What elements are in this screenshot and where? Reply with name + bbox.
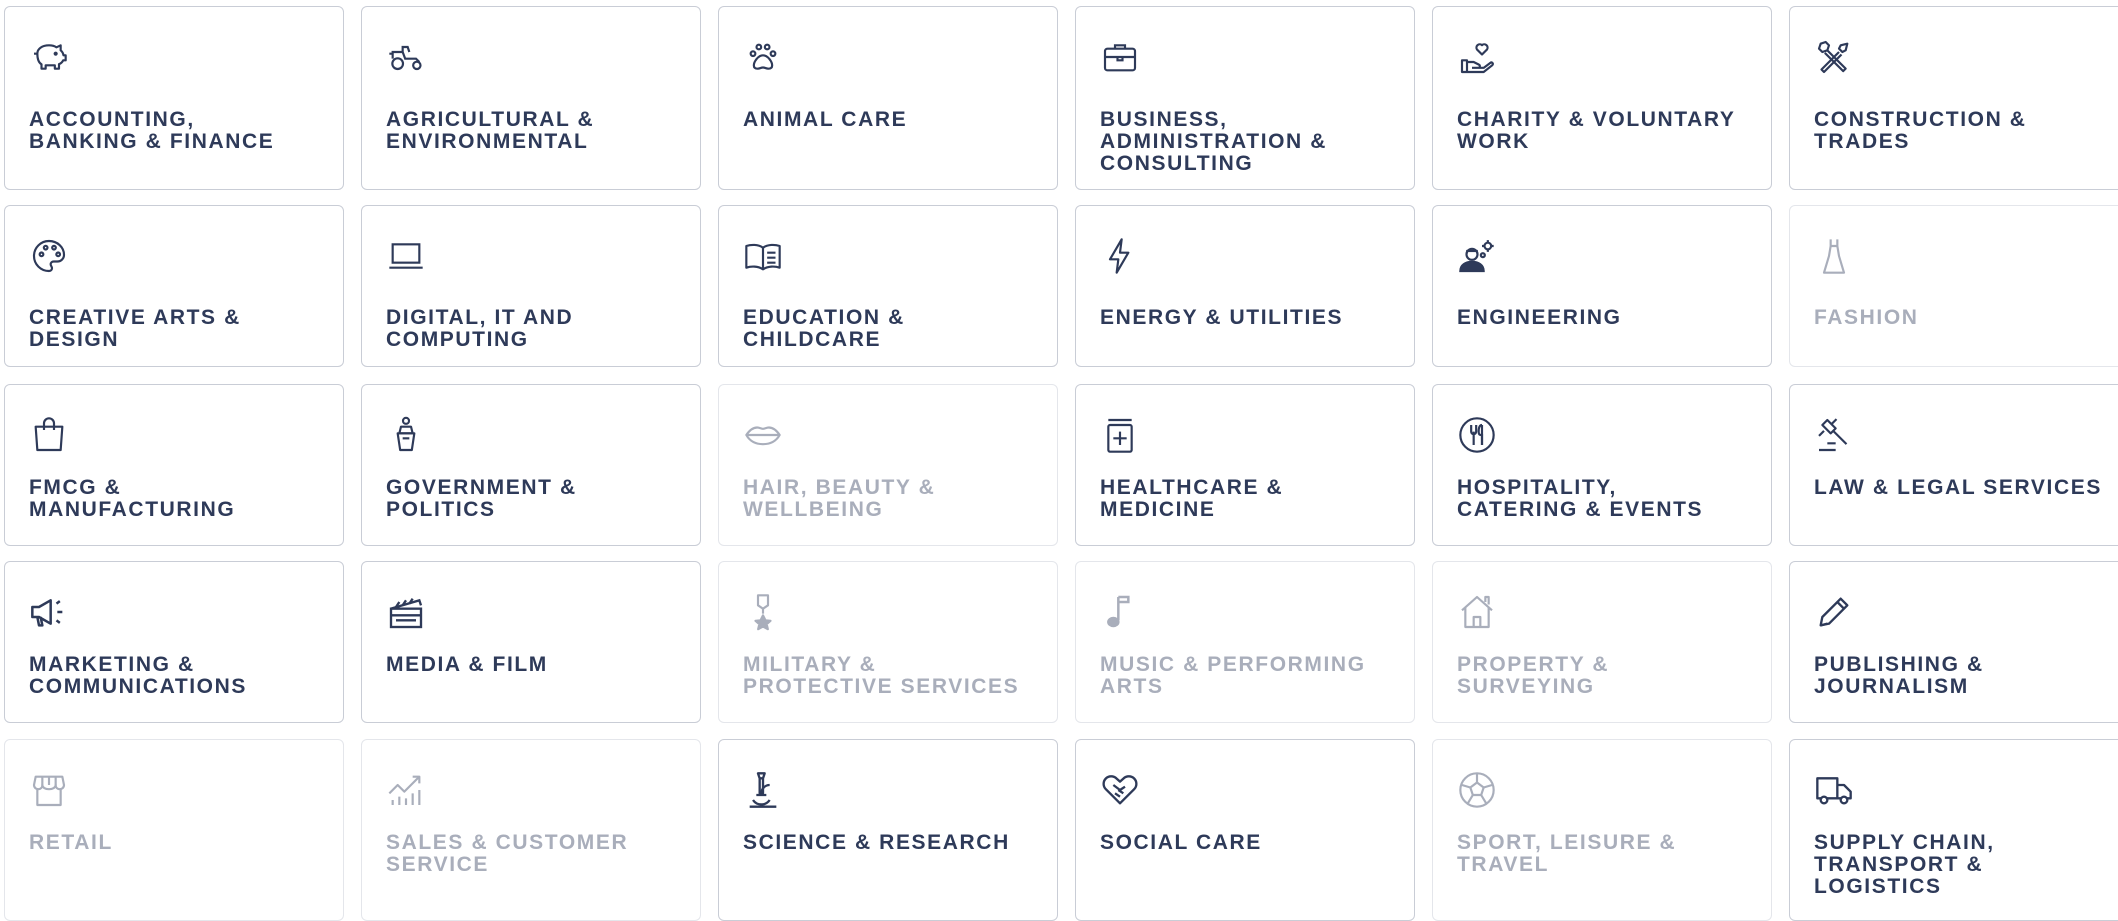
category-card[interactable]: MUSIC & PERFORMING ARTS bbox=[1075, 561, 1415, 723]
gavel-icon bbox=[1814, 415, 1854, 455]
category-card[interactable]: MARKETING & COMMUNICATIONS bbox=[4, 561, 344, 723]
lightning-icon bbox=[1100, 236, 1140, 276]
medicine-box-icon bbox=[1100, 415, 1140, 455]
category-grid: ACCOUNTING, BANKING & FINANCE AGRICULTURA… bbox=[0, 0, 2118, 921]
category-card[interactable]: SOCIAL CARE bbox=[1075, 739, 1415, 921]
category-card[interactable]: ACCOUNTING, BANKING & FINANCE bbox=[4, 6, 344, 190]
category-label: SPORT, LEISURE & TRAVEL bbox=[1457, 831, 1677, 876]
category-label: RETAIL bbox=[29, 831, 113, 854]
category-card[interactable]: LAW & LEGAL SERVICES bbox=[1789, 384, 2118, 546]
category-card[interactable]: ENERGY & UTILITIES bbox=[1075, 205, 1415, 367]
chart-growth-icon bbox=[386, 770, 426, 810]
category-card[interactable]: DIGITAL, IT AND COMPUTING bbox=[361, 205, 701, 367]
category-label: MARKETING & COMMUNICATIONS bbox=[29, 653, 247, 698]
paw-icon bbox=[743, 37, 783, 77]
category-label: FASHION bbox=[1814, 306, 1919, 329]
category-label: MUSIC & PERFORMING ARTS bbox=[1100, 653, 1366, 698]
category-card[interactable]: CONSTRUCTION & TRADES bbox=[1789, 6, 2118, 190]
category-label: SALES & CUSTOMER SERVICE bbox=[386, 831, 629, 876]
category-label: ENERGY & UTILITIES bbox=[1100, 306, 1344, 329]
open-book-icon bbox=[743, 236, 783, 276]
category-label: SCIENCE & RESEARCH bbox=[743, 831, 1010, 854]
cutlery-icon bbox=[1457, 415, 1497, 455]
storefront-icon bbox=[29, 770, 69, 810]
category-label: CONSTRUCTION & TRADES bbox=[1814, 108, 2027, 153]
medal-icon bbox=[743, 592, 783, 632]
category-card[interactable]: FMCG & MANUFACTURING bbox=[4, 384, 344, 546]
category-label: EDUCATION & CHILDCARE bbox=[743, 306, 905, 351]
laptop-icon bbox=[386, 236, 426, 276]
category-label: ENGINEERING bbox=[1457, 306, 1622, 329]
category-card[interactable]: PUBLISHING & JOURNALISM bbox=[1789, 561, 2118, 723]
engineer-gear-icon bbox=[1457, 236, 1497, 276]
category-label: GOVERNMENT & POLITICS bbox=[386, 476, 577, 521]
category-label: HAIR, BEAUTY & WELLBEING bbox=[743, 476, 936, 521]
music-note-icon bbox=[1100, 592, 1140, 632]
house-icon bbox=[1457, 592, 1497, 632]
category-card[interactable]: AGRICULTURAL & ENVIRONMENTAL bbox=[361, 6, 701, 190]
piggy-bank-icon bbox=[29, 37, 69, 77]
category-label: SUPPLY CHAIN, TRANSPORT & LOGISTICS bbox=[1814, 831, 1995, 898]
pencil-icon bbox=[1814, 592, 1854, 632]
category-label: MEDIA & FILM bbox=[386, 653, 548, 676]
category-card[interactable]: GOVERNMENT & POLITICS bbox=[361, 384, 701, 546]
category-card[interactable]: HOSPITALITY, CATERING & EVENTS bbox=[1432, 384, 1772, 546]
briefcase-icon bbox=[1100, 37, 1140, 77]
category-label: BUSINESS, ADMINISTRATION & CONSULTING bbox=[1100, 108, 1328, 175]
person-podium-icon bbox=[386, 415, 426, 455]
category-card[interactable]: SPORT, LEISURE & TRAVEL bbox=[1432, 739, 1772, 921]
category-label: HEALTHCARE & MEDICINE bbox=[1100, 476, 1284, 521]
category-card[interactable]: CREATIVE ARTS & DESIGN bbox=[4, 205, 344, 367]
palette-icon bbox=[29, 236, 69, 276]
category-card[interactable]: ANIMAL CARE bbox=[718, 6, 1058, 190]
dress-icon bbox=[1814, 236, 1854, 276]
category-label: MILITARY & PROTECTIVE SERVICES bbox=[743, 653, 1020, 698]
shopping-bag-icon bbox=[29, 415, 69, 455]
hand-heart-icon bbox=[1457, 37, 1497, 77]
category-card[interactable]: SCIENCE & RESEARCH bbox=[718, 739, 1058, 921]
megaphone-icon bbox=[29, 592, 69, 632]
category-label: FMCG & MANUFACTURING bbox=[29, 476, 236, 521]
category-label: ACCOUNTING, BANKING & FINANCE bbox=[29, 108, 275, 153]
handshake-heart-icon bbox=[1100, 770, 1140, 810]
category-card[interactable]: BUSINESS, ADMINISTRATION & CONSULTING bbox=[1075, 6, 1415, 190]
category-label: LAW & LEGAL SERVICES bbox=[1814, 476, 2102, 499]
football-icon bbox=[1457, 770, 1497, 810]
truck-icon bbox=[1814, 770, 1854, 810]
category-label: CREATIVE ARTS & DESIGN bbox=[29, 306, 241, 351]
category-label: PROPERTY & SURVEYING bbox=[1457, 653, 1610, 698]
tractor-icon bbox=[386, 37, 426, 77]
lips-icon bbox=[743, 415, 783, 455]
category-card[interactable]: RETAIL bbox=[4, 739, 344, 921]
category-card[interactable]: SALES & CUSTOMER SERVICE bbox=[361, 739, 701, 921]
category-label: SOCIAL CARE bbox=[1100, 831, 1262, 854]
category-label: CHARITY & VOLUNTARY WORK bbox=[1457, 108, 1736, 153]
category-card[interactable]: MEDIA & FILM bbox=[361, 561, 701, 723]
category-card[interactable]: EDUCATION & CHILDCARE bbox=[718, 205, 1058, 367]
category-label: AGRICULTURAL & ENVIRONMENTAL bbox=[386, 108, 595, 153]
category-label: ANIMAL CARE bbox=[743, 108, 908, 131]
category-label: HOSPITALITY, CATERING & EVENTS bbox=[1457, 476, 1704, 521]
category-card[interactable]: SUPPLY CHAIN, TRANSPORT & LOGISTICS bbox=[1789, 739, 2118, 921]
category-card[interactable]: HAIR, BEAUTY & WELLBEING bbox=[718, 384, 1058, 546]
hammer-wrench-icon bbox=[1814, 37, 1854, 77]
category-card[interactable]: PROPERTY & SURVEYING bbox=[1432, 561, 1772, 723]
category-card[interactable]: HEALTHCARE & MEDICINE bbox=[1075, 384, 1415, 546]
category-card[interactable]: FASHION bbox=[1789, 205, 2118, 367]
microscope-icon bbox=[743, 770, 783, 810]
clapperboard-icon bbox=[386, 592, 426, 632]
category-card[interactable]: MILITARY & PROTECTIVE SERVICES bbox=[718, 561, 1058, 723]
category-card[interactable]: ENGINEERING bbox=[1432, 205, 1772, 367]
category-label: DIGITAL, IT AND COMPUTING bbox=[386, 306, 574, 351]
category-label: PUBLISHING & JOURNALISM bbox=[1814, 653, 1984, 698]
category-card[interactable]: CHARITY & VOLUNTARY WORK bbox=[1432, 6, 1772, 190]
